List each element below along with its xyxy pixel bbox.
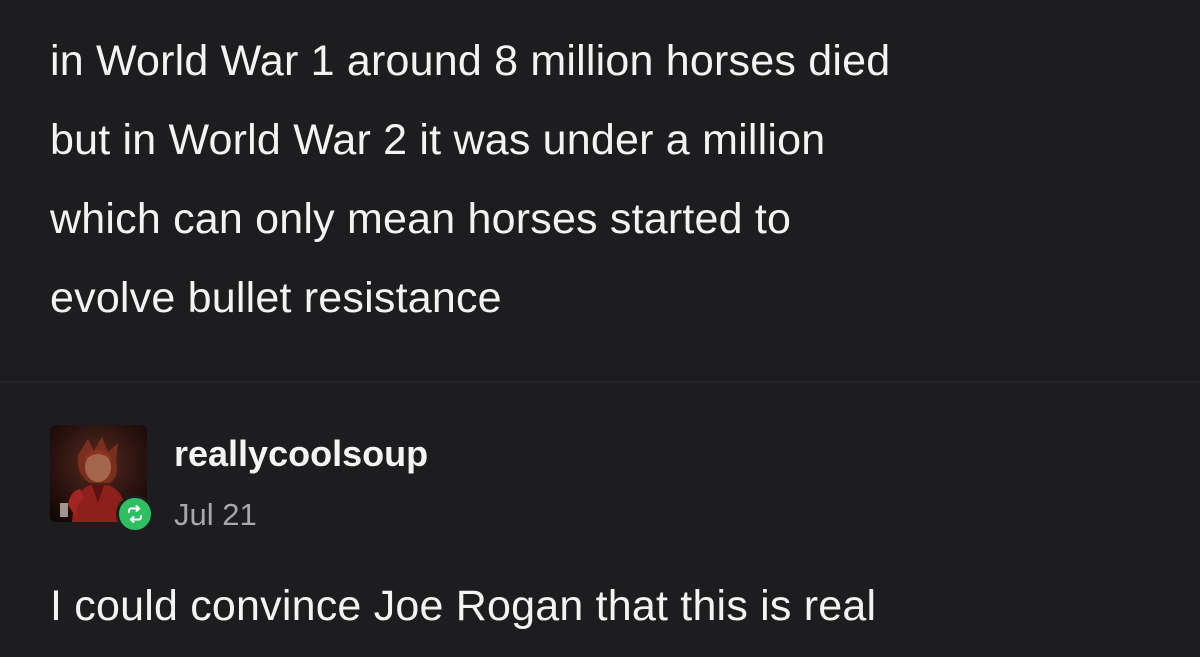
post-line-1: in World War 1 around 8 million horses d… bbox=[50, 37, 891, 85]
reblog-badge bbox=[116, 495, 154, 533]
post-card: in World War 1 around 8 million horses d… bbox=[0, 0, 1200, 657]
original-post-text: in World War 1 around 8 million horses d… bbox=[50, 22, 1170, 338]
reblog-arrows-icon bbox=[128, 505, 142, 523]
post-line-3: which can only mean horses started to bbox=[50, 195, 792, 243]
post-date-link[interactable]: Jul 21 bbox=[174, 497, 257, 533]
reblog-header: reallycoolsoup Jul 21 bbox=[50, 425, 750, 533]
post-line-4: evolve bullet resistance bbox=[50, 274, 502, 322]
username-link[interactable]: reallycoolsoup bbox=[174, 433, 428, 475]
reblog-comment-text: I could convince Joe Rogan that this is … bbox=[50, 582, 877, 630]
post-line-2: but in World War 2 it was under a millio… bbox=[50, 116, 826, 164]
divider bbox=[0, 381, 1200, 383]
